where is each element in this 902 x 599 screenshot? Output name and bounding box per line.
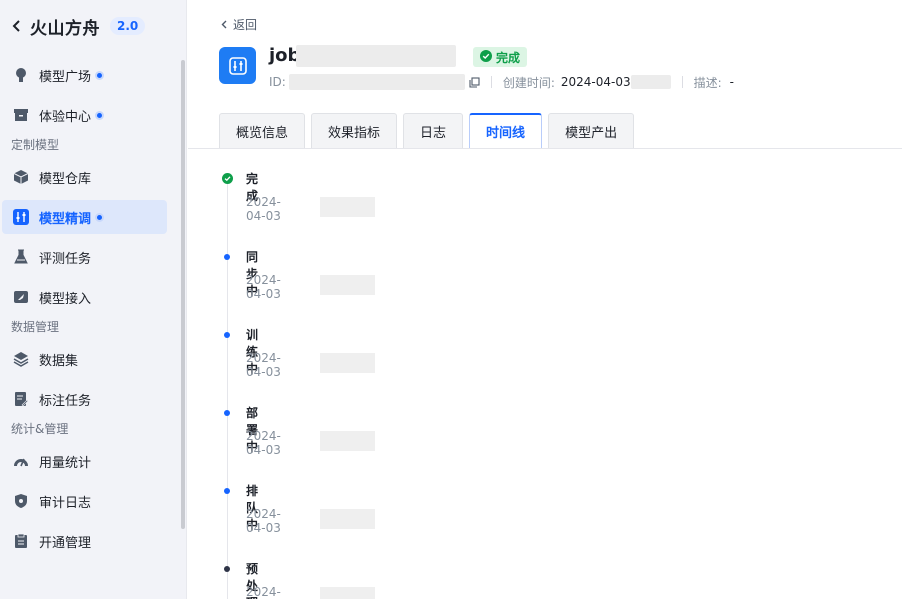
tab-timeline[interactable]: 时间线 <box>469 113 543 148</box>
layers-icon <box>12 351 29 368</box>
chevron-left-icon[interactable] <box>12 17 24 36</box>
brand-header[interactable]: 火山方舟 2.0 <box>12 14 146 39</box>
status-text: 完成 <box>496 50 521 65</box>
created-value: 2024-04-03 <box>560 75 631 89</box>
timeline-dot <box>224 410 230 416</box>
sidebar-item-model-repo[interactable]: 模型仓库 <box>2 160 167 194</box>
main-content: 返回 job 完成 ID: 创建时间: 2024-04-03 描述: - 概览信… <box>188 0 902 599</box>
redacted-time <box>320 431 375 451</box>
tab-model-output[interactable]: 模型产出 <box>548 113 635 148</box>
redacted-time <box>320 353 375 373</box>
created-label: 创建时间: <box>502 75 555 90</box>
divider <box>681 76 683 88</box>
timeline-time: 2024-04-03 <box>246 273 281 301</box>
sidebar-item-label: 审计日志 <box>39 495 92 511</box>
clipboard-icon <box>12 533 29 550</box>
sidebar-item-experience-center[interactable]: 体验中心 <box>2 98 167 132</box>
sidebar-nav: 模型广场 体验中心 定制模型 模型仓库 模型精调 评测任务 模型接入 数据管理 … <box>0 58 176 564</box>
sidebar-item-eval-task[interactable]: 评测任务 <box>2 240 167 274</box>
check-circle-icon <box>480 49 492 65</box>
sidebar-item-model-square[interactable]: 模型广场 <box>2 58 167 92</box>
sidebar-item-label: 数据集 <box>39 353 79 369</box>
version-badge: 2.0 <box>110 17 146 35</box>
id-label: ID: <box>269 75 286 89</box>
desc-label: 描述: <box>693 75 722 90</box>
sidebar-item-label: 标注任务 <box>39 393 92 409</box>
timeline-dot <box>224 332 230 338</box>
timeline-dot <box>224 488 230 494</box>
sidebar-item-label: 模型广场 <box>39 69 92 85</box>
timeline-axis <box>227 184 228 599</box>
shield-icon <box>12 493 29 510</box>
redacted-job-name <box>296 45 456 67</box>
desc-value: - <box>729 75 735 89</box>
archive-box-icon <box>12 107 29 124</box>
divider <box>490 76 492 88</box>
cube-icon <box>12 169 29 186</box>
sidebar-item-annotation-task[interactable]: 标注任务 <box>2 382 167 416</box>
timeline-dot <box>224 254 230 260</box>
redacted-created-time <box>630 75 671 89</box>
timeline-time: 2024-04-03 <box>246 429 281 457</box>
sidebar-item-label: 体验中心 <box>39 109 92 125</box>
detail-tabs: 概览信息 效果指标 日志 时间线 模型产出 <box>219 113 635 148</box>
timeline-time: 2024-04-03 <box>246 507 281 535</box>
redacted-time <box>320 197 375 217</box>
flask-icon <box>12 249 29 266</box>
new-dot-indicator <box>95 212 105 222</box>
job-meta-row: ID: 创建时间: 2024-04-03 描述: - <box>269 74 889 90</box>
gauge-icon <box>12 453 29 470</box>
back-label: 返回 <box>233 18 258 32</box>
chevron-left-icon <box>221 18 227 32</box>
section-title-data-management: 数据管理 <box>11 320 60 334</box>
timeline-dot <box>224 566 230 572</box>
redacted-job-id <box>288 74 465 90</box>
sidebar-item-activation-management[interactable]: 开通管理 <box>2 524 167 558</box>
tab-overview[interactable]: 概览信息 <box>219 113 306 148</box>
sidebar-scrollbar[interactable] <box>181 60 185 529</box>
tab-metrics[interactable]: 效果指标 <box>311 113 398 148</box>
new-dot-indicator <box>95 110 105 120</box>
sidebar: 火山方舟 2.0 模型广场 体验中心 定制模型 模型仓库 模型精调 评测任务 模… <box>0 0 187 599</box>
section-title-custom-model: 定制模型 <box>11 138 60 152</box>
section-title-stats-management: 统计&管理 <box>11 422 69 436</box>
job-type-icon <box>219 47 256 84</box>
sidebar-item-label: 用量统计 <box>39 455 92 471</box>
new-dot-indicator <box>95 70 105 80</box>
tab-logs[interactable]: 日志 <box>403 113 464 148</box>
sidebar-item-label: 模型接入 <box>39 291 92 307</box>
tune-icon <box>12 209 29 226</box>
timeline-time: 2024-04-03 <box>246 351 281 379</box>
status-badge: 完成 <box>473 47 528 67</box>
edit-doc-icon <box>12 391 29 408</box>
sidebar-item-label: 模型仓库 <box>39 171 92 187</box>
redacted-time <box>320 587 375 599</box>
timeline-time: 2024-04-03 <box>246 195 281 223</box>
redacted-time <box>320 275 375 295</box>
brand-title: 火山方舟 <box>30 18 100 39</box>
sidebar-item-usage-stats[interactable]: 用量统计 <box>2 444 167 478</box>
sidebar-item-dataset[interactable]: 数据集 <box>2 342 167 376</box>
sidebar-item-label: 模型精调 <box>39 211 92 227</box>
sidebar-item-label: 评测任务 <box>39 251 92 267</box>
timeline-time: 2024-04-03 <box>246 585 281 599</box>
back-link[interactable]: 返回 <box>221 16 257 33</box>
sidebar-item-label: 开通管理 <box>39 535 92 551</box>
sidebar-item-model-access[interactable]: 模型接入 <box>2 280 167 314</box>
bulb-icon <box>12 67 29 84</box>
check-circle-icon <box>222 173 233 184</box>
rocket-icon <box>12 289 29 306</box>
tabs-divider <box>188 148 902 149</box>
sidebar-item-audit-log[interactable]: 审计日志 <box>2 484 167 518</box>
copy-icon[interactable] <box>469 76 480 88</box>
redacted-time <box>320 509 375 529</box>
sidebar-item-model-finetune[interactable]: 模型精调 <box>2 200 167 234</box>
